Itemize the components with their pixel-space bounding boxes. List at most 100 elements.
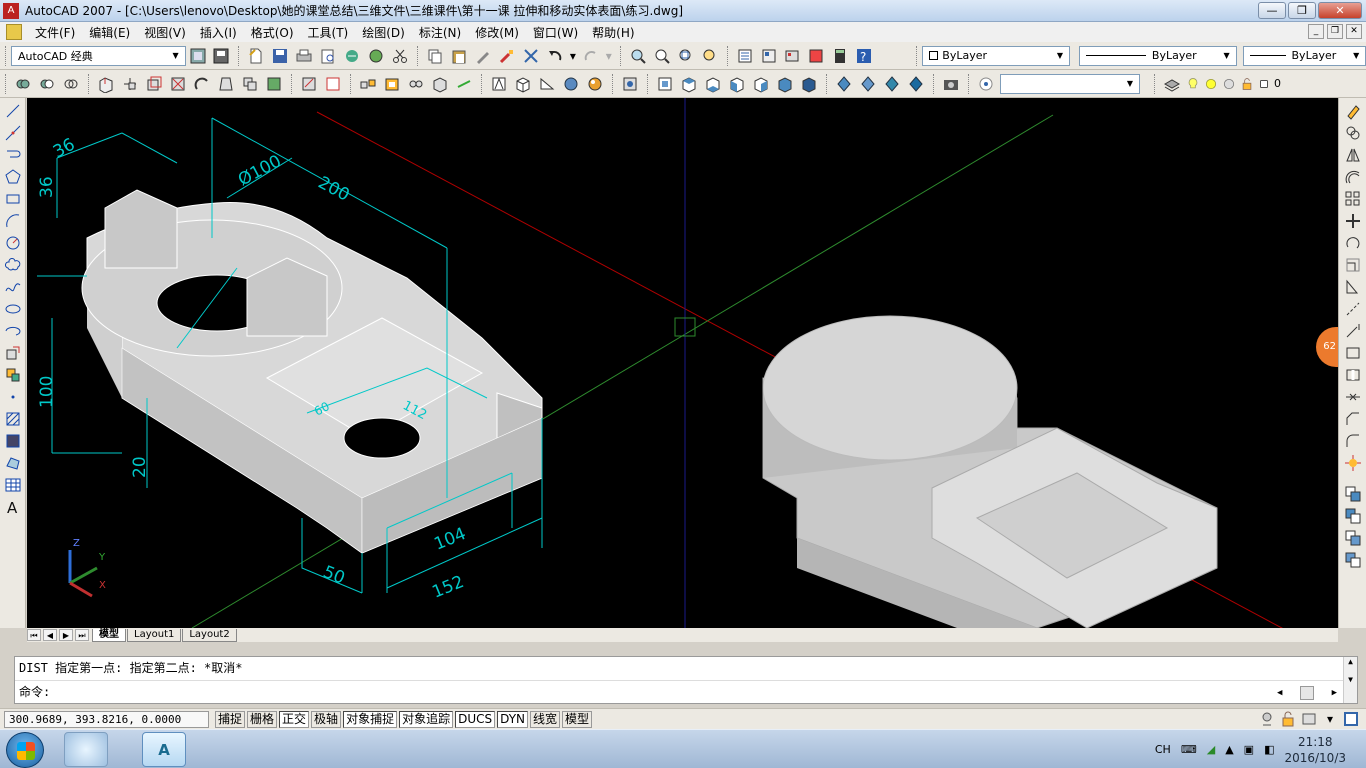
point-icon[interactable] [3, 387, 23, 406]
autocad-app-icon[interactable]: A [3, 2, 19, 19]
named-views-icon[interactable] [655, 74, 675, 94]
copy-icon[interactable] [425, 46, 445, 66]
redo-icon[interactable] [581, 46, 601, 66]
keyboard-icon[interactable]: ⌨ [1181, 743, 1197, 756]
back-view-icon[interactable] [799, 74, 819, 94]
clean-icon[interactable] [323, 74, 343, 94]
taskbar-app-media[interactable] [64, 732, 108, 767]
camera-icon[interactable] [941, 74, 961, 94]
intersect-icon[interactable] [61, 74, 81, 94]
shell-icon[interactable] [382, 74, 402, 94]
plane-icon[interactable] [454, 74, 474, 94]
print-icon[interactable] [294, 46, 314, 66]
separate-icon[interactable] [358, 74, 378, 94]
polar-toggle[interactable]: 极轴 [311, 710, 342, 728]
close-button[interactable]: ✕ [1318, 2, 1362, 19]
last-tab-icon[interactable]: ⏭ [75, 629, 89, 641]
layer-lock-icon[interactable] [1240, 74, 1254, 94]
chamfer-icon[interactable] [1343, 409, 1363, 428]
erase-icon[interactable] [1343, 101, 1363, 120]
left-view-icon[interactable] [727, 74, 747, 94]
snap-toggle[interactable]: 捕捉 [215, 710, 246, 728]
zoom-previous-icon[interactable] [700, 46, 720, 66]
right-view-icon[interactable] [751, 74, 771, 94]
tool-palettes-icon[interactable] [782, 46, 802, 66]
linetype-combo[interactable]: ByLayer ▼ [1078, 45, 1237, 66]
menu-format[interactable]: 格式(O) [244, 24, 301, 41]
sw-iso-icon[interactable] [834, 74, 854, 94]
menu-edit[interactable]: 编辑(E) [82, 24, 137, 41]
paste-icon[interactable] [449, 46, 469, 66]
move-icon[interactable] [1343, 211, 1363, 230]
menu-draw[interactable]: 绘图(D) [355, 24, 412, 41]
maximize-button[interactable]: ❐ [1288, 2, 1316, 19]
coordinate-display[interactable]: 300.9689, 393.8216, 0.0000 [4, 710, 209, 728]
undo-dropdown-icon[interactable]: ▾ [569, 46, 577, 66]
menu-tools[interactable]: 工具(T) [301, 24, 356, 41]
lineweight-toggle[interactable]: 线宽 [530, 710, 561, 728]
construction-line-icon[interactable] [3, 123, 23, 142]
comm-center-icon[interactable] [1258, 711, 1276, 727]
new-file-icon[interactable] [246, 46, 266, 66]
polygon-icon[interactable] [3, 167, 23, 186]
dyn-toggle[interactable]: DYN [497, 710, 529, 728]
menu-modify[interactable]: 修改(M) [468, 24, 526, 41]
table-icon[interactable] [3, 475, 23, 494]
document-icon[interactable] [6, 24, 22, 40]
nw-iso-icon[interactable] [906, 74, 926, 94]
insert-block-icon[interactable] [3, 343, 23, 362]
command-prompt[interactable]: 命令: [15, 680, 1357, 703]
box-icon[interactable] [430, 74, 450, 94]
layer-color-icon[interactable] [1258, 74, 1270, 94]
copy-faces-icon[interactable] [240, 74, 260, 94]
block-editor-icon[interactable] [497, 46, 517, 66]
status-menu-icon[interactable]: ▾ [1321, 711, 1339, 727]
render-sphere-icon[interactable] [585, 74, 605, 94]
menu-help[interactable]: 帮助(H) [585, 24, 641, 41]
help-icon[interactable]: ? [854, 46, 874, 66]
redo-dropdown-icon[interactable]: ▾ [605, 46, 613, 66]
front-view-icon[interactable] [775, 74, 795, 94]
start-button[interactable] [6, 732, 44, 768]
spline-icon[interactable] [3, 277, 23, 296]
minimize-button[interactable]: — [1258, 2, 1286, 19]
volume-icon[interactable]: ◧ [1264, 743, 1274, 756]
union-icon[interactable] [13, 74, 33, 94]
prev-tab-icon[interactable]: ◀ [43, 629, 57, 641]
calculator-icon[interactable] [830, 46, 850, 66]
scale-icon[interactable] [1343, 255, 1363, 274]
tab-model[interactable]: 模型 [92, 628, 126, 642]
menu-insert[interactable]: 插入(I) [193, 24, 244, 41]
publish-icon[interactable] [342, 46, 362, 66]
circle-icon[interactable] [3, 233, 23, 252]
command-scrollbar[interactable]: ▲ ▼ [1343, 657, 1357, 703]
doc-minimize-button[interactable]: _ [1308, 24, 1324, 39]
break-icon[interactable] [1343, 365, 1363, 384]
color-combo[interactable]: ByLayer ▼ [922, 45, 1070, 66]
arc-icon[interactable] [3, 211, 23, 230]
taper-faces-icon[interactable] [216, 74, 236, 94]
ellipse-arc-icon[interactable] [3, 321, 23, 340]
tab-layout1[interactable]: Layout1 [127, 628, 182, 642]
zoom-realtime-icon[interactable] [652, 46, 672, 66]
draw-order-icon[interactable] [1343, 484, 1363, 503]
taskbar-app-autocad[interactable]: A [142, 732, 186, 767]
gradient-icon[interactable] [3, 431, 23, 450]
input-language[interactable]: CH [1155, 743, 1171, 756]
layer-freeze-icon[interactable] [1204, 74, 1218, 94]
taskbar-clock[interactable]: 21:18 2016/10/3 [1284, 734, 1346, 766]
stretch-icon[interactable] [1343, 277, 1363, 296]
sphere-icon[interactable] [561, 74, 581, 94]
layer-manager-icon[interactable] [1162, 74, 1182, 94]
tray-expand-icon[interactable]: ▲ [1225, 743, 1233, 756]
annotate-icon[interactable] [489, 74, 509, 94]
tab-layout2[interactable]: Layout2 [182, 628, 237, 642]
sheet-set-icon[interactable] [806, 46, 826, 66]
bring-to-front-icon[interactable] [1343, 550, 1363, 569]
pan-icon[interactable] [628, 46, 648, 66]
imprint-icon[interactable] [299, 74, 319, 94]
rotate-icon[interactable] [1343, 233, 1363, 252]
layer-name[interactable]: 0 [1274, 77, 1281, 90]
osnap-toggle[interactable]: 对象捕捉 [343, 710, 398, 728]
lineweight-combo[interactable]: ByLayer ▼ [1242, 45, 1366, 66]
